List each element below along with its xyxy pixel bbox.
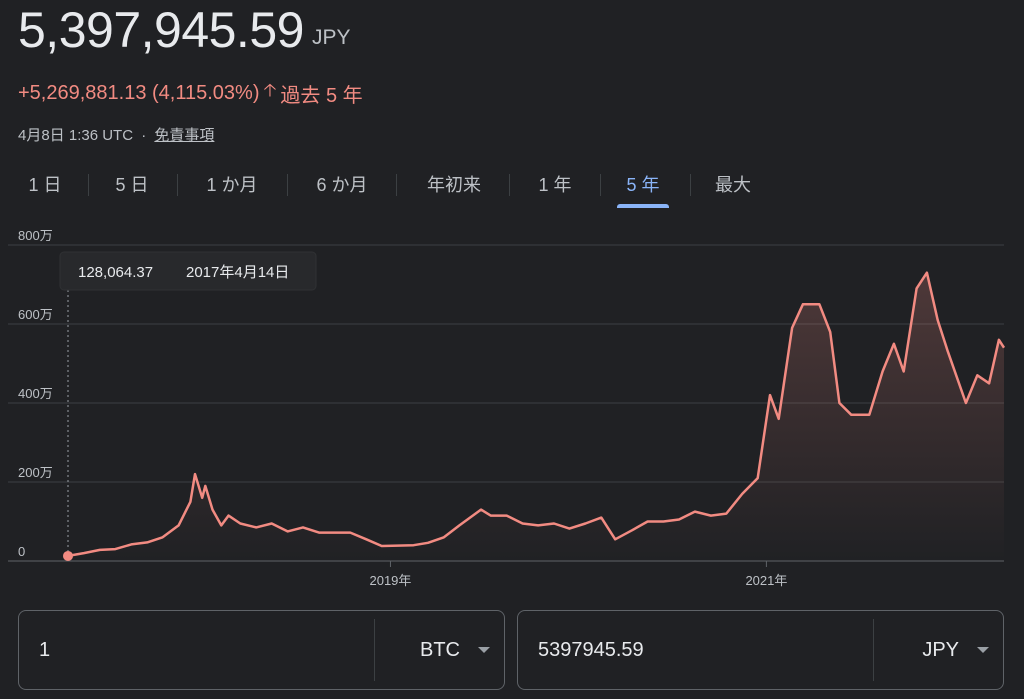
price-display: 5,397,945.59 JPY bbox=[18, 2, 350, 58]
x-tick-label: 2019年 bbox=[369, 573, 411, 588]
from-currency-label: BTC bbox=[420, 638, 460, 661]
arrow-up-icon: 🡡 bbox=[263, 80, 277, 100]
tab-divider bbox=[396, 174, 397, 196]
x-tick-label: 2021年 bbox=[745, 573, 787, 588]
tab-divider bbox=[88, 174, 89, 196]
y-tick-label: 600万 bbox=[18, 307, 53, 322]
y-axis-labels: 0 200万 400万 600万 800万 bbox=[18, 228, 53, 559]
change-amount: +5,269,881.13 (4,115.03%) bbox=[18, 81, 260, 104]
tab-max[interactable]: 最大 bbox=[704, 160, 762, 210]
chevron-down-icon bbox=[478, 647, 490, 653]
converter-to: 5397945.59 JPY bbox=[517, 610, 1004, 690]
y-tick-label: 200万 bbox=[18, 465, 53, 480]
tooltip-date: 2017年4月14日 bbox=[186, 264, 289, 281]
separator: · bbox=[141, 127, 147, 144]
tab-divider bbox=[690, 174, 691, 196]
tab-divider bbox=[600, 174, 601, 196]
tab-divider bbox=[177, 174, 178, 196]
timestamp-line: 4月8日 1:36 UTC · 免責事項 bbox=[18, 124, 214, 145]
tab-5-year[interactable]: 5 年 bbox=[614, 160, 672, 210]
y-tick-label: 800万 bbox=[18, 228, 53, 243]
current-price: 5,397,945.59 bbox=[18, 2, 304, 58]
timestamp: 4月8日 1:36 UTC bbox=[18, 127, 134, 144]
price-chart[interactable]: 0 200万 400万 600万 800万 2019年 2021年 128,064.37 … bbox=[0, 225, 1024, 595]
y-tick-label: 0 bbox=[18, 544, 25, 559]
tab-divider bbox=[287, 174, 288, 196]
tab-label: 1 か月 bbox=[206, 175, 258, 195]
tab-label: 5 年 bbox=[626, 175, 660, 195]
tab-label: 5 日 bbox=[115, 175, 149, 195]
from-currency-select[interactable]: BTC bbox=[374, 619, 504, 681]
tab-label: 最大 bbox=[715, 175, 751, 195]
hover-point bbox=[63, 550, 73, 561]
tab-label: 1 年 bbox=[538, 175, 572, 195]
tooltip-value: 128,064.37 bbox=[78, 264, 153, 281]
tab-label: 6 か月 bbox=[316, 175, 368, 195]
amount-input[interactable]: 1 bbox=[19, 611, 374, 689]
tab-1-month[interactable]: 1 か月 bbox=[195, 160, 269, 210]
price-area-fill bbox=[68, 272, 1004, 561]
to-currency-label: JPY bbox=[922, 638, 959, 661]
y-tick-label: 400万 bbox=[18, 386, 53, 401]
converted-value-input[interactable]: 5397945.59 bbox=[518, 611, 873, 689]
tab-label: 1 日 bbox=[28, 175, 62, 195]
chevron-down-icon bbox=[977, 647, 989, 653]
tab-6-month[interactable]: 6 か月 bbox=[305, 160, 379, 210]
tab-5-day[interactable]: 5 日 bbox=[106, 160, 158, 210]
disclaimer-link[interactable]: 免責事項 bbox=[154, 127, 214, 144]
tab-1-year[interactable]: 1 年 bbox=[526, 160, 584, 210]
price-change: +5,269,881.13 (4,115.03%) 🡡 過去 5 年 bbox=[18, 78, 363, 108]
tab-ytd[interactable]: 年初来 bbox=[414, 160, 494, 210]
hover-tooltip: 128,064.37 2017年4月14日 bbox=[59, 251, 317, 291]
tab-label: 年初来 bbox=[427, 175, 481, 195]
converter-from: 1 BTC bbox=[18, 610, 505, 690]
to-currency-select[interactable]: JPY bbox=[873, 619, 1003, 681]
tab-1-day[interactable]: 1 日 bbox=[20, 160, 70, 210]
time-range-tabs: 1 日 5 日 1 か月 6 か月 年初来 1 年 5 年 最大 bbox=[0, 160, 1024, 210]
active-tab-indicator bbox=[617, 204, 669, 208]
price-currency: JPY bbox=[311, 26, 351, 49]
tab-divider bbox=[509, 174, 510, 196]
change-period: 過去 5 年 bbox=[280, 84, 363, 107]
x-axis-labels: 2019年 2021年 bbox=[369, 561, 787, 588]
